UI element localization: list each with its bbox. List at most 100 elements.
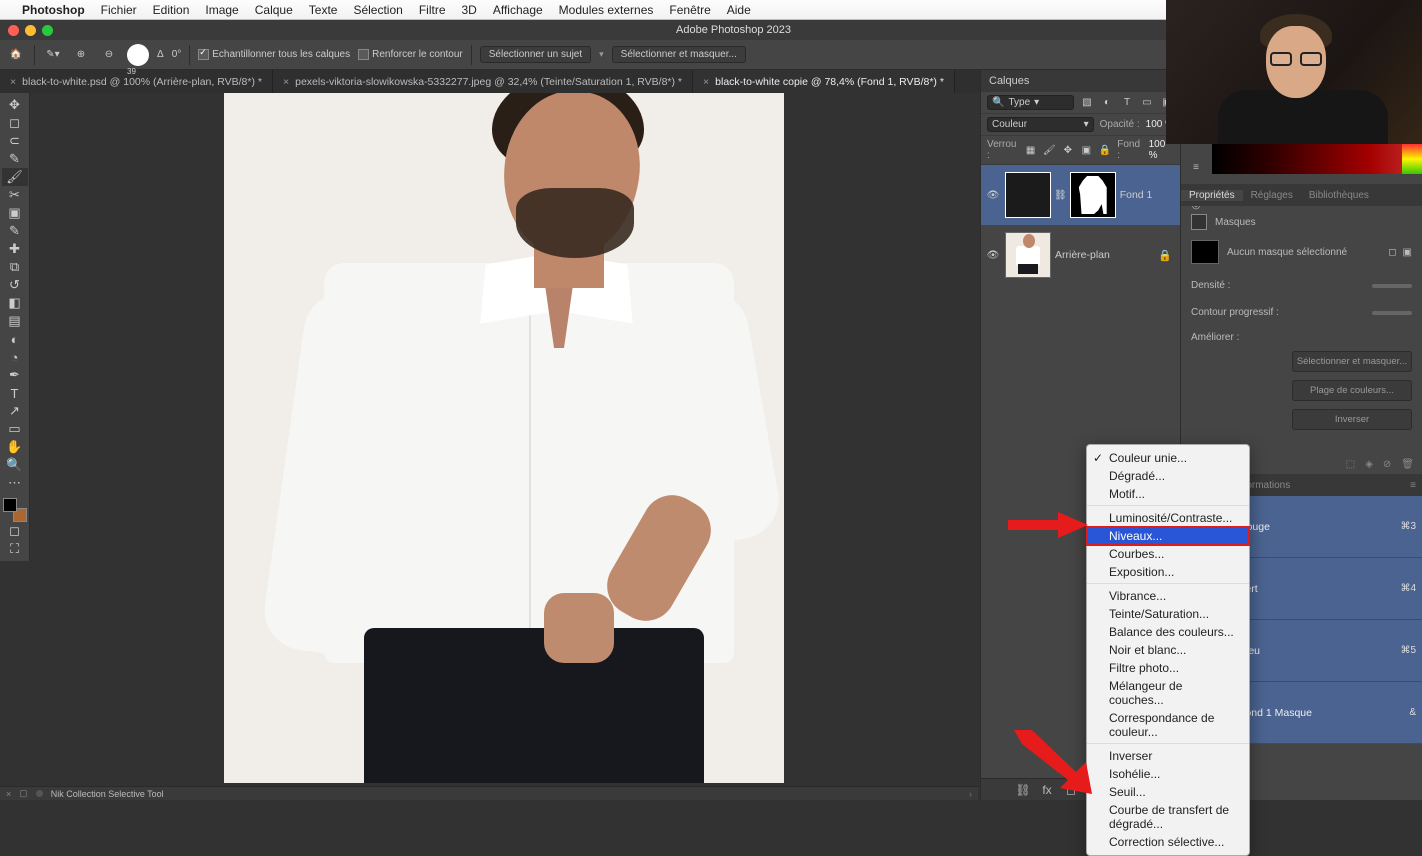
add-selection-icon[interactable]: ⊕ (71, 45, 91, 65)
menu-selection[interactable]: Sélection (353, 3, 402, 17)
subtract-selection-icon[interactable]: ⊖ (99, 45, 119, 65)
document-tab[interactable]: ×black-to-white.psd @ 100% (Arrière-plan… (0, 70, 273, 93)
layers-panel-title[interactable]: Calques (981, 70, 1180, 92)
menu-item-brightness[interactable]: Luminosité/Contraste... (1087, 509, 1249, 527)
sample-all-checkbox[interactable]: Echantillonner tous les calques (198, 49, 350, 60)
menu-3d[interactable]: 3D (462, 3, 477, 17)
angle-value[interactable]: 0° (172, 49, 182, 60)
menu-item-posterize[interactable]: Isohélie... (1087, 765, 1249, 783)
marquee-tool-icon[interactable]: ◻ (2, 114, 28, 132)
document-canvas[interactable] (224, 93, 784, 783)
menu-item-solid-color[interactable]: Couleur unie... (1087, 449, 1249, 467)
hue-strip[interactable] (1402, 144, 1422, 174)
menu-item-gradient-map[interactable]: Courbe de transfert de dégradé... (1087, 801, 1249, 833)
color-range-button[interactable]: Plage de couleurs... (1292, 380, 1412, 401)
frame-tool-icon[interactable]: ▣ (2, 204, 28, 222)
eraser-tool-icon[interactable]: ◧ (2, 294, 28, 312)
layer-thumbnail[interactable] (1005, 232, 1051, 278)
delete-mask-icon[interactable]: 🗑 (1401, 459, 1414, 470)
mask-mode-icon[interactable] (1191, 214, 1207, 230)
close-window-icon[interactable] (8, 25, 19, 36)
shape-tool-icon[interactable]: ▭ (2, 420, 28, 438)
pixel-mask-icon[interactable]: ◻ (1388, 247, 1396, 258)
density-slider[interactable] (1372, 284, 1412, 288)
lock-pixels-icon[interactable]: 🖌 (1043, 143, 1056, 157)
layer-name[interactable]: Arrière-plan (1055, 249, 1110, 261)
menu-item-color-balance[interactable]: Balance des couleurs... (1087, 623, 1249, 641)
crop-tool-icon[interactable]: ✂ (2, 186, 28, 204)
load-selection-icon[interactable]: ⬚ (1346, 459, 1355, 470)
select-mask-button[interactable]: Sélectionner et masquer... (1292, 351, 1412, 372)
close-tab-icon[interactable]: × (10, 76, 16, 88)
menu-file[interactable]: Fichier (101, 3, 137, 17)
filter-adjust-icon[interactable]: ◐ (1100, 96, 1114, 110)
layer-name[interactable]: Fond 1 (1120, 189, 1153, 201)
layer-filter-select[interactable]: 🔍 Type ▾ (987, 95, 1074, 110)
hand-tool-icon[interactable]: ✋ (2, 438, 28, 456)
tool-preset-icon[interactable]: ✎▾ (43, 45, 63, 65)
app-menu[interactable]: Photoshop (22, 3, 85, 17)
menu-edit[interactable]: Edition (153, 3, 190, 17)
menu-item-curves[interactable]: Courbes... (1087, 545, 1249, 563)
pen-tool-icon[interactable]: ✒ (2, 366, 28, 384)
menu-item-selective-color[interactable]: Correction sélective... (1087, 833, 1249, 851)
lock-icon[interactable]: 🔒 (1158, 249, 1172, 262)
menu-item-pattern[interactable]: Motif... (1087, 485, 1249, 506)
window-controls[interactable] (8, 25, 53, 36)
tab-libraries[interactable]: Bibliothèques (1301, 190, 1377, 201)
screen-mode-icon[interactable]: ⛶ (2, 540, 28, 558)
eyedropper-tool-icon[interactable]: ✎ (2, 222, 28, 240)
quick-mask-icon[interactable]: ◻ (2, 522, 28, 540)
menu-item-gradient[interactable]: Dégradé... (1087, 467, 1249, 485)
menu-window[interactable]: Fenêtre (669, 3, 710, 17)
feather-slider[interactable] (1372, 311, 1412, 315)
visibility-icon[interactable]: 👁 (985, 250, 1001, 261)
gradient-tool-icon[interactable]: ▤ (2, 312, 28, 330)
menu-plugins[interactable]: Modules externes (559, 3, 654, 17)
status-box-icon[interactable]: ▢ (19, 788, 28, 799)
visibility-icon[interactable]: 👁 (985, 190, 1001, 201)
blend-mode-select[interactable]: Couleur ▾ (987, 117, 1094, 132)
dodge-tool-icon[interactable]: ◔ (2, 348, 28, 366)
color-ramp[interactable] (1212, 144, 1422, 174)
layer-item[interactable]: 👁 ⛓ Fond 1 (981, 165, 1180, 225)
history-brush-tool-icon[interactable]: ↺ (2, 276, 28, 294)
lock-all-icon[interactable]: 🔒 (1099, 143, 1112, 157)
move-tool-icon[interactable]: ✥ (2, 96, 28, 114)
menu-layer[interactable]: Calque (255, 3, 293, 17)
zoom-tool-icon[interactable]: 🔍 (2, 456, 28, 474)
home-icon[interactable]: 🏠 (6, 45, 26, 65)
brush-tool-icon[interactable]: 🖌 (2, 168, 28, 186)
menu-item-vibrance[interactable]: Vibrance... (1087, 587, 1249, 605)
lasso-tool-icon[interactable]: ⊂ (2, 132, 28, 150)
healing-tool-icon[interactable]: ✚ (2, 240, 28, 258)
nik-tool-label[interactable]: Nik Collection Selective Tool (51, 789, 164, 799)
menu-item-channel-mixer[interactable]: Mélangeur de couches... (1087, 677, 1249, 709)
select-and-mask-button[interactable]: Sélectionner et masquer... (612, 46, 746, 63)
layer-mask-thumbnail[interactable] (1070, 172, 1116, 218)
link-icon[interactable]: ⛓ (1054, 190, 1067, 201)
document-tab[interactable]: ×black-to-white copie @ 78,4% (Fond 1, R… (693, 70, 955, 93)
menu-item-color-lookup[interactable]: Correspondance de couleur... (1087, 709, 1249, 744)
apply-mask-icon[interactable]: ◈ (1365, 459, 1373, 470)
document-tab[interactable]: ×pexels-viktoria-slowikowska-5332277.jpe… (273, 70, 693, 93)
reinforce-checkbox[interactable]: Renforcer le contour (358, 49, 463, 60)
lock-transparency-icon[interactable]: ▦ (1024, 143, 1037, 157)
vector-mask-icon[interactable]: ▣ (1403, 247, 1412, 258)
canvas-area[interactable] (30, 93, 978, 790)
text-tool-icon[interactable]: T (2, 384, 28, 402)
close-tab-icon[interactable]: × (283, 76, 289, 88)
brush-preview[interactable]: 39 (127, 44, 149, 66)
path-tool-icon[interactable]: ↗ (2, 402, 28, 420)
lock-artboard-icon[interactable]: ▣ (1080, 143, 1093, 157)
menu-view[interactable]: Affichage (493, 3, 543, 17)
panel-menu-icon[interactable]: ≡ (1410, 480, 1422, 491)
minimize-window-icon[interactable] (25, 25, 36, 36)
menu-item-threshold[interactable]: Seuil... (1087, 783, 1249, 801)
dropdown-arrow-icon[interactable]: ▾ (599, 49, 604, 60)
menu-item-exposure[interactable]: Exposition... (1087, 563, 1249, 584)
select-subject-button[interactable]: Sélectionner un sujet (480, 46, 591, 63)
zoom-window-icon[interactable] (42, 25, 53, 36)
expand-icon[interactable]: › (969, 789, 972, 799)
tab-adjustments[interactable]: Réglages (1243, 190, 1301, 201)
